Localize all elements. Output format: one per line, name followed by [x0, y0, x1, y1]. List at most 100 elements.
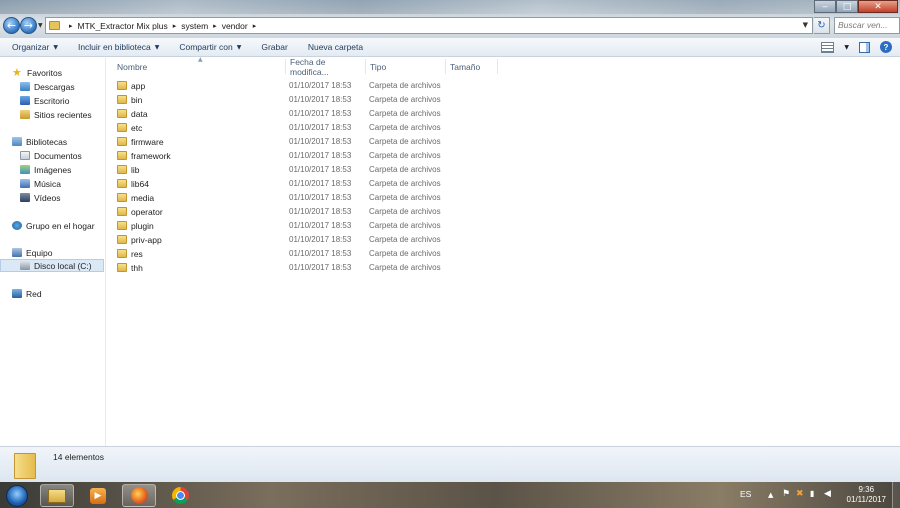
window-controls: ‒ □ ✕ — [814, 0, 898, 13]
folder-icon — [117, 123, 127, 132]
downloads-icon — [20, 82, 30, 91]
alert-icon[interactable]: ✖ — [796, 489, 804, 499]
videos-icon — [20, 193, 30, 202]
explorer-icon — [48, 488, 66, 503]
include-library-menu-button[interactable]: Incluir en biblioteca ▼ — [78, 42, 159, 52]
list-item[interactable]: res 01/10/2017 18:53 Carpeta de archivos — [112, 247, 442, 260]
star-icon: ★ — [12, 66, 22, 79]
clock-time: 9:36 — [858, 485, 875, 494]
arrow-right-icon: → — [23, 19, 34, 32]
new-folder-button[interactable]: Nueva carpeta — [308, 42, 363, 52]
breadcrumb-item[interactable]: MTK_Extractor Mix plus ▸ — [78, 21, 182, 31]
documents-icon — [20, 151, 30, 160]
list-item[interactable]: firmware 01/10/2017 18:53 Carpeta de archi… — [112, 135, 442, 148]
close-button[interactable]: ✕ — [858, 0, 898, 13]
organize-menu-button[interactable]: Organizar ▼ — [12, 42, 58, 52]
recent-pages-chevron-icon[interactable]: ▼ — [38, 22, 43, 29]
list-item[interactable]: etc 01/10/2017 18:53 Carpeta de archivos — [112, 121, 442, 134]
wallpaper-strip — [0, 0, 900, 14]
sidebar-item-videos[interactable]: Vídeos — [20, 191, 124, 204]
list-item[interactable]: plugin 01/10/2017 18:53 Carpeta de archivo… — [112, 219, 442, 232]
hard-drive-icon — [20, 261, 30, 270]
address-bar[interactable]: ▸ MTK_Extractor Mix plus ▸ system ▸ vendor… — [45, 17, 813, 34]
volume-icon[interactable]: ◀ — [824, 489, 831, 499]
details-pane: 14 elementos — [0, 446, 900, 482]
list-item[interactable]: lib64 01/10/2017 18:53 Carpeta de archivos — [112, 177, 442, 190]
maximize-button[interactable]: □ — [836, 0, 858, 13]
list-item[interactable]: thh 01/10/2017 18:53 Carpeta de archivos — [112, 261, 442, 274]
refresh-button[interactable]: ↻ — [814, 17, 830, 34]
minimize-button[interactable]: ‒ — [814, 0, 836, 13]
forward-button[interactable]: → — [20, 17, 37, 34]
homegroup-icon — [12, 221, 22, 230]
back-button[interactable]: ← — [3, 17, 20, 34]
sidebar-item-libraries[interactable]: Bibliotecas — [12, 135, 116, 148]
folder-icon — [117, 193, 127, 202]
clock[interactable]: 9:36 01/11/2017 — [847, 485, 886, 505]
taskbar-chrome-button[interactable] — [163, 484, 197, 507]
column-header-size[interactable]: Tamaño — [446, 59, 498, 74]
list-item[interactable]: lib 01/10/2017 18:53 Carpeta de archivos — [112, 163, 442, 176]
folder-icon — [49, 21, 60, 30]
help-icon[interactable]: ? — [880, 41, 892, 53]
sidebar-item-computer[interactable]: Equipo — [12, 246, 116, 259]
breadcrumb-item[interactable]: system ▸ — [181, 21, 221, 31]
action-center-flag-icon[interactable]: ⚑ — [782, 489, 790, 499]
pictures-icon — [20, 165, 30, 174]
folder-icon — [117, 207, 127, 216]
taskbar-explorer-button[interactable] — [40, 484, 74, 507]
sidebar-item-music[interactable]: Música — [20, 177, 124, 190]
network-signal-icon[interactable]: ▮ — [810, 489, 814, 498]
burn-button[interactable]: Grabar — [261, 42, 287, 52]
share-menu-button[interactable]: Compartir con ▼ — [179, 42, 241, 52]
arrow-left-icon: ← — [6, 19, 17, 32]
language-indicator[interactable]: ES — [740, 489, 751, 499]
sidebar-item-favorites[interactable]: ★ Favoritos — [12, 66, 116, 79]
column-header-name[interactable]: Nombre — [113, 59, 286, 74]
list-item[interactable]: media 01/10/2017 18:53 Carpeta de archivos — [112, 191, 442, 204]
column-header-type[interactable]: Tipo — [366, 59, 446, 74]
sidebar-item-pictures[interactable]: Imágenes — [20, 163, 124, 176]
folder-icon — [117, 221, 127, 230]
folder-icon — [117, 263, 127, 272]
sidebar-item-documents[interactable]: Documentos — [20, 149, 124, 162]
title-bar: ‒ □ ✕ ← → ▼ ▸ MTK_Extractor Mix plus ▸ sy… — [0, 0, 900, 38]
chevron-down-icon: ▼ — [236, 43, 242, 51]
folder-icon — [117, 137, 127, 146]
taskbar-firefox-button[interactable] — [122, 484, 156, 507]
sidebar-item-downloads[interactable]: Descargas — [20, 80, 124, 93]
search-input[interactable]: Buscar ven... — [834, 17, 900, 34]
list-item[interactable]: app 01/10/2017 18:53 Carpeta de archivos — [112, 79, 442, 92]
command-bar: Organizar ▼ Incluir en biblioteca ▼ Compar… — [0, 38, 900, 57]
list-item[interactable]: operator 01/10/2017 18:53 Carpeta de archi… — [112, 205, 442, 218]
change-view-icon[interactable] — [821, 41, 835, 53]
start-button[interactable] — [6, 485, 28, 507]
navigation-pane: ★ Favoritos Descargas Escritorio Sitios r… — [0, 58, 106, 446]
folder-icon — [117, 235, 127, 244]
taskbar-media-player-button[interactable]: ▶ — [81, 484, 115, 507]
system-tray: ES ▲ ⚑ ✖ ▮ ◀ 9:36 01/11/2017 — [730, 482, 900, 508]
breadcrumb-item[interactable]: vendor ▸ — [222, 21, 262, 31]
sidebar-item-local-disk[interactable]: Disco local (C:) — [0, 259, 104, 272]
view-options-chevron-icon[interactable]: ▼ — [844, 44, 849, 51]
folder-icon — [117, 179, 127, 188]
breadcrumb-separator[interactable]: ▸ — [64, 22, 78, 30]
address-history-chevron-icon[interactable]: ▼ — [803, 21, 808, 29]
folder-icon — [117, 249, 127, 258]
list-item[interactable]: data 01/10/2017 18:53 Carpeta de archivos — [112, 107, 442, 120]
computer-icon — [12, 248, 22, 257]
sidebar-item-homegroup[interactable]: Grupo en el hogar — [12, 219, 116, 232]
item-count: 14 elementos — [53, 452, 105, 462]
list-item[interactable]: bin 01/10/2017 18:53 Carpeta de archivos — [112, 93, 442, 106]
preview-pane-icon[interactable] — [859, 41, 870, 53]
column-header-date[interactable]: Fecha de modifica... — [286, 57, 366, 77]
list-item[interactable]: priv-app 01/10/2017 18:53 Carpeta de archi… — [112, 233, 442, 246]
sidebar-item-desktop[interactable]: Escritorio — [20, 94, 124, 107]
firefox-icon — [130, 487, 148, 504]
taskbar: ▶ ES ▲ ⚑ ✖ ▮ ◀ 9:36 01/11/2017 — [0, 482, 900, 508]
show-desktop-button[interactable] — [892, 482, 900, 508]
sidebar-item-recent-places[interactable]: Sitios recientes — [20, 108, 124, 121]
show-hidden-icons-icon[interactable]: ▲ — [768, 491, 773, 499]
list-item[interactable]: framework 01/10/2017 18:53 Carpeta de arch… — [112, 149, 442, 162]
sidebar-item-network[interactable]: Red — [12, 287, 116, 300]
